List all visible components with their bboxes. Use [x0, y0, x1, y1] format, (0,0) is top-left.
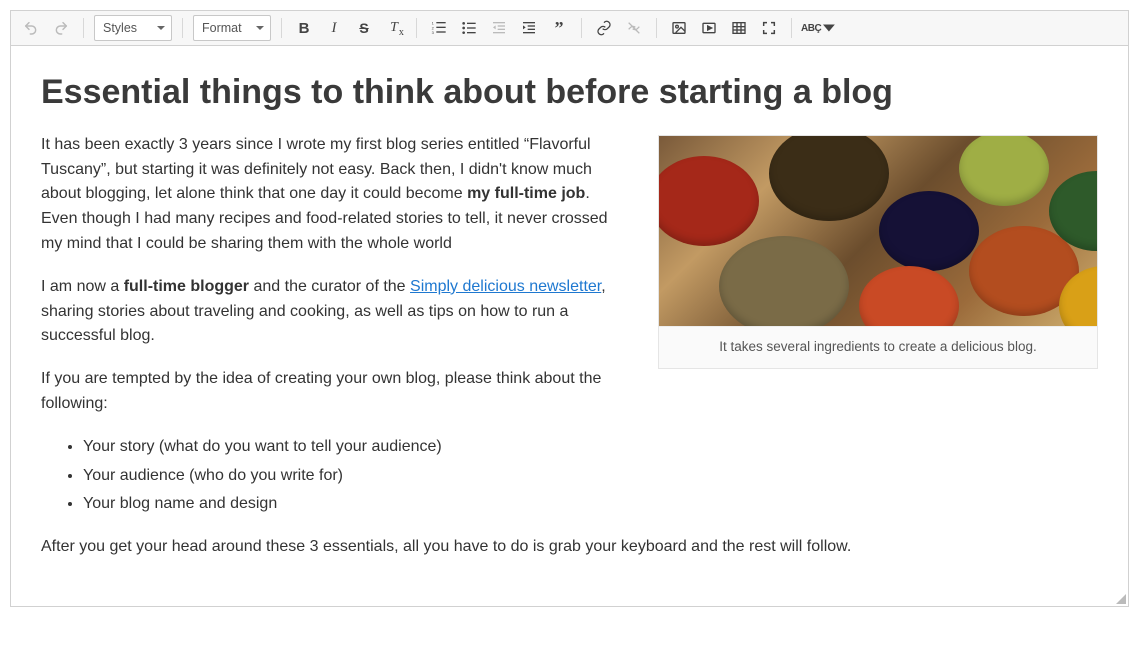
- media-embed-button[interactable]: [695, 15, 723, 41]
- link-button[interactable]: [590, 15, 618, 41]
- format-dropdown[interactable]: Format: [193, 15, 271, 41]
- undo-button[interactable]: [17, 15, 45, 41]
- blockquote-button[interactable]: ”: [545, 15, 573, 41]
- editor-content[interactable]: Essential things to think about before s…: [11, 46, 1128, 606]
- p2-text-b: and the curator of the: [249, 278, 410, 295]
- paragraph-1[interactable]: It has been exactly 3 years since I wrot…: [41, 133, 641, 257]
- image-button[interactable]: [665, 15, 693, 41]
- separator: [656, 18, 657, 38]
- numbered-list-button[interactable]: 123: [425, 15, 453, 41]
- resize-handle[interactable]: [1116, 594, 1126, 604]
- p1-bold: my full-time job: [467, 185, 585, 202]
- spellcheck-button[interactable]: ABÇ: [800, 15, 836, 41]
- maximize-button[interactable]: [755, 15, 783, 41]
- styles-dropdown-label: Styles: [103, 21, 137, 35]
- unlink-button[interactable]: [620, 15, 648, 41]
- spices-image[interactable]: [659, 136, 1097, 326]
- indent-button[interactable]: [515, 15, 543, 41]
- outdent-button[interactable]: [485, 15, 513, 41]
- paragraph-2[interactable]: I am now a full-time blogger and the cur…: [41, 275, 641, 349]
- bulleted-list-button[interactable]: [455, 15, 483, 41]
- styles-dropdown[interactable]: Styles: [94, 15, 172, 41]
- separator: [416, 18, 417, 38]
- toolbar: Styles Format B I S Tx 123 ”: [11, 11, 1128, 46]
- newsletter-link[interactable]: Simply delicious newsletter: [410, 278, 601, 295]
- paragraph-4[interactable]: After you get your head around these 3 e…: [41, 535, 1098, 560]
- separator: [281, 18, 282, 38]
- p2-bold: full-time blogger: [124, 278, 249, 295]
- remove-format-button[interactable]: Tx: [380, 15, 408, 41]
- bullet-list[interactable]: Your story (what do you want to tell you…: [41, 435, 1098, 517]
- list-item[interactable]: Your audience (who do you write for): [83, 464, 1098, 489]
- doc-title[interactable]: Essential things to think about before s…: [41, 72, 1098, 113]
- editor-frame: Styles Format B I S Tx 123 ”: [10, 10, 1129, 607]
- format-dropdown-label: Format: [202, 21, 242, 35]
- list-item[interactable]: Your story (what do you want to tell you…: [83, 435, 1098, 460]
- image-figure[interactable]: It takes several ingredients to create a…: [658, 135, 1098, 369]
- separator: [581, 18, 582, 38]
- redo-button[interactable]: [47, 15, 75, 41]
- paragraph-3[interactable]: If you are tempted by the idea of creati…: [41, 367, 641, 417]
- separator: [83, 18, 84, 38]
- separator: [182, 18, 183, 38]
- image-caption[interactable]: It takes several ingredients to create a…: [659, 326, 1097, 368]
- bold-button[interactable]: B: [290, 15, 318, 41]
- svg-text:3: 3: [432, 30, 435, 35]
- italic-button[interactable]: I: [320, 15, 348, 41]
- p2-text-a: I am now a: [41, 278, 124, 295]
- table-button[interactable]: [725, 15, 753, 41]
- separator: [791, 18, 792, 38]
- strikethrough-button[interactable]: S: [350, 15, 378, 41]
- list-item[interactable]: Your blog name and design: [83, 492, 1098, 517]
